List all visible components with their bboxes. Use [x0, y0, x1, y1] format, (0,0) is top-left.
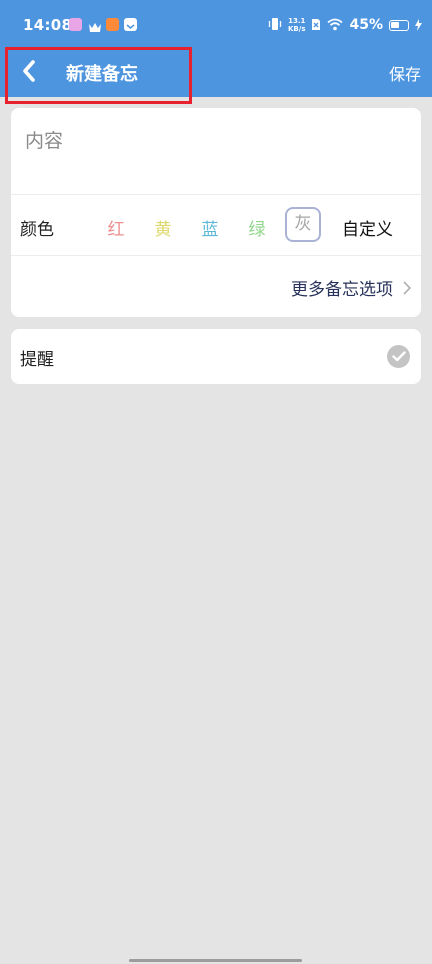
status-time: 14:08: [23, 16, 73, 34]
network-speed: 13.1 KB/s: [288, 17, 305, 33]
home-indicator[interactable]: [129, 959, 302, 962]
custom-color-button[interactable]: 自定义: [342, 215, 393, 240]
more-options-row[interactable]: 更多备忘选项: [291, 275, 411, 300]
wifi-icon: [327, 16, 344, 35]
color-option-yellow[interactable]: 黄: [145, 215, 181, 240]
color-option-blue[interactable]: 蓝: [192, 215, 228, 240]
battery-percent: 45%: [349, 17, 383, 33]
reminder-card[interactable]: 提醒: [11, 329, 421, 384]
check-icon: [391, 351, 406, 362]
divider: [11, 194, 421, 195]
note-card: 内容 颜色 红 黄 蓝 绿 灰 自定义 更多备忘选项: [11, 108, 421, 317]
color-label: 颜色: [20, 220, 54, 240]
charging-icon: [415, 16, 422, 35]
content-input[interactable]: 内容: [25, 126, 63, 153]
color-option-red[interactable]: 红: [98, 215, 134, 240]
network-speed-value: 13.1: [288, 17, 306, 25]
crown-icon: [88, 18, 102, 32]
battery-icon: [389, 19, 409, 31]
color-option-gray[interactable]: 灰: [285, 207, 321, 242]
reminder-checkbox[interactable]: [387, 345, 410, 368]
app-notification-icon: [69, 18, 82, 31]
divider: [11, 255, 421, 256]
message-icon: [124, 18, 137, 31]
app-notification-icon: [106, 18, 119, 31]
no-sim-icon: [311, 16, 321, 35]
network-speed-unit: KB/s: [288, 25, 306, 33]
vibrate-icon: [268, 16, 282, 35]
status-bar: 14:08 13.1 KB/s 45%: [0, 0, 432, 52]
color-option-green[interactable]: 绿: [239, 215, 275, 240]
more-options-label: 更多备忘选项: [291, 280, 393, 300]
highlight-annotation-box: [5, 47, 192, 104]
save-button[interactable]: 保存: [389, 61, 421, 85]
chevron-right-icon: [403, 280, 411, 295]
status-indicators: 13.1 KB/s 45%: [268, 15, 422, 35]
reminder-label: 提醒: [20, 350, 54, 370]
